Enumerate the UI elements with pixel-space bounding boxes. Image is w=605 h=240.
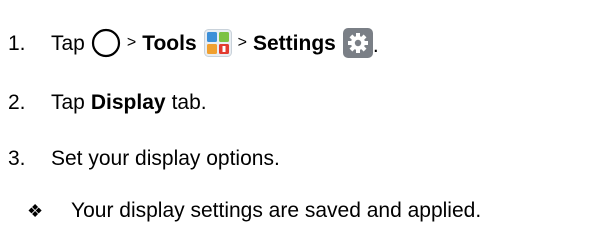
- step-2: 2. Tap Display tab.: [8, 92, 207, 113]
- end-punctuation: .: [372, 34, 379, 57]
- display-label: Display: [90, 91, 166, 114]
- step-number: 3.: [8, 147, 26, 170]
- result-text: Your display settings are saved and appl…: [71, 199, 482, 222]
- diamond-bullet-icon: ❖: [27, 200, 44, 221]
- settings-gear-icon: [342, 28, 373, 58]
- step-text: tab.: [171, 91, 207, 114]
- tools-label: Tools: [142, 31, 197, 55]
- settings-label: Settings: [253, 31, 336, 55]
- separator: >: [126, 34, 137, 51]
- step-text-tap: Tap: [51, 31, 85, 55]
- result-note: ❖ Your display settings are saved and ap…: [27, 200, 481, 221]
- separator: >: [237, 34, 247, 51]
- step-number: 2.: [8, 91, 26, 114]
- step-number: 1.: [8, 31, 26, 55]
- step-text: Tap: [51, 91, 85, 114]
- step-3: 3. Set your display options.: [8, 148, 280, 169]
- step-text: Set your display options.: [51, 147, 280, 170]
- tools-folder-icon: [203, 29, 232, 57]
- step-1: 1. Tap > Tools > Settings .: [8, 28, 379, 58]
- home-circle-icon: [91, 28, 121, 58]
